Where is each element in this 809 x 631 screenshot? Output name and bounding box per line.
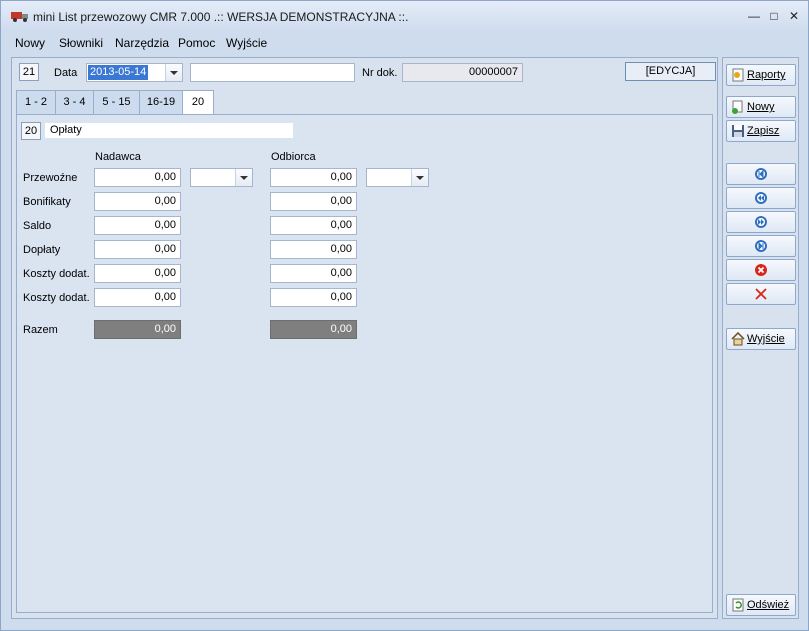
date-label: Data xyxy=(54,67,78,79)
odswiez-button[interactable]: Odśwież xyxy=(726,594,796,616)
koszty2-nadawca-input[interactable]: 0,00 xyxy=(94,288,181,307)
chevron-down-icon[interactable] xyxy=(235,169,252,186)
first-record-icon xyxy=(755,168,767,180)
chevron-down-icon[interactable] xyxy=(165,64,182,81)
date-picker[interactable]: 2013-05-14 xyxy=(86,63,183,82)
close-icon xyxy=(755,288,767,300)
raporty-button[interactable]: Raporty xyxy=(726,64,796,86)
last-record-icon xyxy=(755,240,767,252)
minimize-button[interactable]: — xyxy=(745,9,763,23)
koszty2-odbiorca-input[interactable]: 0,00 xyxy=(270,288,357,307)
saldo-odbiorca-input[interactable]: 0,00 xyxy=(270,216,357,235)
column-nadawca: Nadawca xyxy=(95,151,141,163)
delete-icon xyxy=(755,264,767,276)
zapisz-label: Zapisz xyxy=(747,125,780,137)
tab-20[interactable]: 20 xyxy=(182,90,214,115)
next-record-button[interactable] xyxy=(726,211,796,233)
doplaty-nadawca-input[interactable]: 0,00 xyxy=(94,240,181,259)
section-number: 20 xyxy=(21,122,41,140)
cancel-button[interactable] xyxy=(726,283,796,305)
next-record-icon xyxy=(755,216,767,228)
koszty1-nadawca-input[interactable]: 0,00 xyxy=(94,264,181,283)
razem-nadawca-value: 0,00 xyxy=(94,320,181,339)
razem-odbiorca-value: 0,00 xyxy=(270,320,357,339)
tab-16-19[interactable]: 16-19 xyxy=(139,90,183,114)
menu-nowy[interactable]: Nowy xyxy=(15,36,45,50)
refresh-icon xyxy=(732,598,744,612)
close-button[interactable]: ✕ xyxy=(785,9,803,23)
nowy-button[interactable]: Nowy xyxy=(726,96,796,118)
menu-narzedzia[interactable]: Narzędzia xyxy=(115,36,169,50)
new-document-icon xyxy=(732,100,743,114)
row-label-bonifikaty: Bonifikaty xyxy=(23,196,71,208)
tab-1-2[interactable]: 1 - 2 xyxy=(16,90,56,114)
row-label-doplaty: Dopłaty xyxy=(23,244,61,256)
header-text-field[interactable] xyxy=(190,63,355,82)
wyjscie-button[interactable]: Wyjście xyxy=(726,328,796,350)
prev-record-icon xyxy=(755,192,767,204)
row-label-koszty-2: Koszty dodat. xyxy=(23,292,90,304)
first-record-button[interactable] xyxy=(726,163,796,185)
home-icon xyxy=(731,332,745,346)
last-record-button[interactable] xyxy=(726,235,796,257)
row-label-przewozne: Przewoźne xyxy=(23,172,78,184)
mode-badge: [EDYCJA] xyxy=(625,62,716,81)
saldo-nadawca-input[interactable]: 0,00 xyxy=(94,216,181,235)
app-window: mini List przewozowy CMR 7.000 .:: WERSJ… xyxy=(0,0,809,631)
title-bar: mini List przewozowy CMR 7.000 .:: WERSJ… xyxy=(1,1,808,31)
row-label-razem: Razem xyxy=(23,324,58,336)
bonifikaty-odbiorca-input[interactable]: 0,00 xyxy=(270,192,357,211)
floppy-save-icon xyxy=(732,125,744,137)
przewozne-nadawca-currency[interactable] xyxy=(190,168,253,187)
chevron-down-icon[interactable] xyxy=(411,169,428,186)
raporty-label: Raporty xyxy=(747,69,786,81)
row-label-koszty-1: Koszty dodat. xyxy=(23,268,90,280)
window-title: mini List przewozowy CMR 7.000 .:: WERSJ… xyxy=(33,10,409,24)
tab-content xyxy=(16,114,713,613)
nowy-label: Nowy xyxy=(747,101,775,113)
row-label-saldo: Saldo xyxy=(23,220,52,232)
field-number-badge: 21 xyxy=(19,63,39,81)
przewozne-nadawca-input[interactable]: 0,00 xyxy=(94,168,181,187)
column-odbiorca: Odbiorca xyxy=(271,151,316,163)
tab-5-15[interactable]: 5 - 15 xyxy=(93,90,140,114)
tab-3-4[interactable]: 3 - 4 xyxy=(55,90,94,114)
prev-record-button[interactable] xyxy=(726,187,796,209)
odswiez-label: Odśwież xyxy=(747,599,790,611)
nr-dok-label: Nr dok. xyxy=(362,67,398,79)
koszty1-odbiorca-input[interactable]: 0,00 xyxy=(270,264,357,283)
delete-record-button[interactable] xyxy=(726,259,796,281)
truck-icon xyxy=(11,12,28,22)
wyjscie-label: Wyjście xyxy=(747,333,785,345)
menu-pomoc[interactable]: Pomoc xyxy=(178,36,215,50)
przewozne-odbiorca-currency[interactable] xyxy=(366,168,429,187)
section-title: Opłaty xyxy=(45,123,293,138)
bonifikaty-nadawca-input[interactable]: 0,00 xyxy=(94,192,181,211)
nr-dok-field: 00000007 xyxy=(402,63,523,82)
doplaty-odbiorca-input[interactable]: 0,00 xyxy=(270,240,357,259)
menu-wyjscie[interactable]: Wyjście xyxy=(226,36,267,50)
date-value: 2013-05-14 xyxy=(88,65,149,80)
maximize-button[interactable]: □ xyxy=(765,9,783,23)
zapisz-button[interactable]: Zapisz xyxy=(726,120,796,142)
przewozne-odbiorca-input[interactable]: 0,00 xyxy=(270,168,357,187)
report-icon xyxy=(732,68,744,82)
menu-slowniki[interactable]: Słowniki xyxy=(59,36,103,50)
